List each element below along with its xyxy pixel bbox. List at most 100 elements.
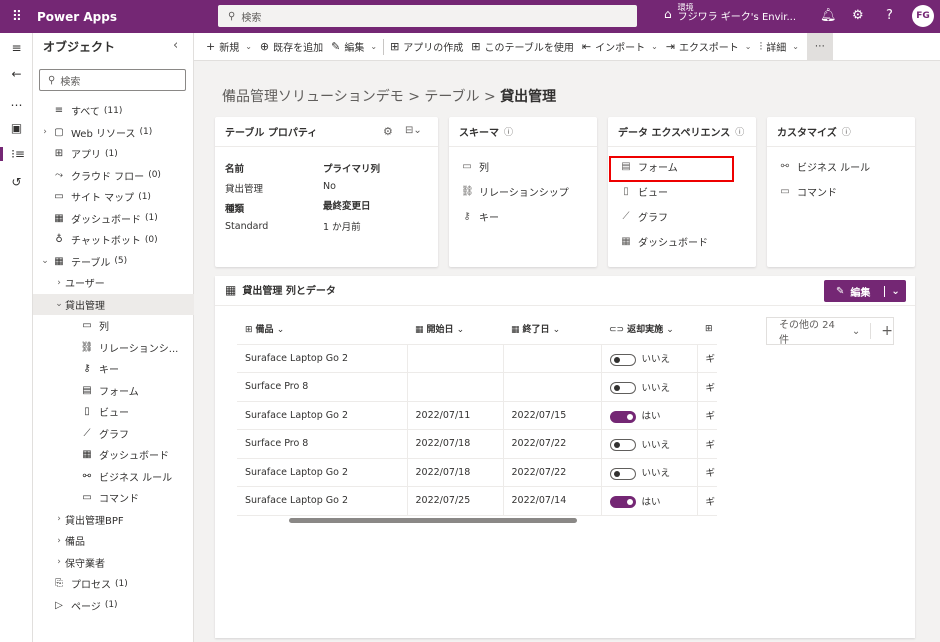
more-commands-icon[interactable]: ⋯ xyxy=(806,32,833,61)
card-link[interactable]: ▭ 列 xyxy=(449,154,597,179)
hamburger-icon[interactable]: ≡ xyxy=(0,41,33,55)
tree-item[interactable]: ⌄ ▦ テーブル (5) xyxy=(33,251,194,273)
card-link[interactable]: ▯ ビュー xyxy=(608,179,756,204)
breadcrumb-tables[interactable]: テーブル xyxy=(424,89,479,105)
info-icon[interactable]: ⓘ xyxy=(735,125,744,138)
tree-item[interactable]: › ▢ Web リソース (1) xyxy=(33,122,194,144)
tree-item[interactable]: ▦ ダッシュボード (1) xyxy=(33,208,194,230)
tree-item[interactable]: ▦ ダッシュボード xyxy=(33,444,194,466)
column-header[interactable]: ▦ 終了日 ⌄ xyxy=(503,314,601,345)
command-button[interactable]: ⊞ このテーブルを使用 xyxy=(467,39,578,54)
gear-icon[interactable]: ⚙ xyxy=(383,125,393,138)
edit-button[interactable]: ✎ 編集 ⌄ xyxy=(824,280,906,302)
card-link[interactable]: ▤ フォーム xyxy=(608,154,756,179)
info-icon[interactable]: ⓘ xyxy=(504,125,513,138)
breadcrumb-solution[interactable]: 備品管理ソリューションデモ xyxy=(222,89,404,105)
card-link[interactable]: ▦ ダッシュボード xyxy=(608,229,756,254)
column-header[interactable]: ⊞ xyxy=(697,314,717,345)
card-link[interactable]: ⛓ リレーションシップ xyxy=(449,179,597,204)
help-icon[interactable]: ? xyxy=(886,8,893,23)
table-row[interactable]: Suraface Laptop Go 2 2022/07/25 2022/07/14… xyxy=(237,486,717,516)
tree-item[interactable]: › 保守業者 xyxy=(33,552,194,574)
app-name[interactable]: Power Apps xyxy=(37,10,117,24)
table-row[interactable]: Surface Pro 8 2022/07/18 2022/07/22 いいえ ギ xyxy=(237,429,717,459)
command-button[interactable]: ✎ 編集 ⌄ xyxy=(327,39,381,54)
tree-item[interactable]: › ユーザー xyxy=(33,272,194,294)
command-button[interactable]: ⇤ インポート ⌄ xyxy=(578,39,662,54)
more-columns-button[interactable]: その他の 24 件 ⌄ + xyxy=(766,317,894,346)
command-button[interactable]: ⊕ 既存を追加 xyxy=(256,39,327,54)
command-button[interactable]: ⊞ アプリの作成 xyxy=(386,39,467,54)
cell-text: Suraface Laptop Go 2 xyxy=(245,352,349,364)
objects-icon[interactable]: ⁝≡ xyxy=(0,147,33,161)
tree-item-label: 貸出管理 xyxy=(65,300,105,312)
returned-toggle[interactable] xyxy=(609,382,636,394)
returned-toggle[interactable] xyxy=(609,467,636,480)
chevron-icon: ⌄ xyxy=(41,256,49,267)
column-header[interactable]: ⊞ 備品 ⌄ xyxy=(237,314,407,345)
table-row[interactable]: Suraface Laptop Go 2 2022/07/18 2022/07/22… xyxy=(237,458,717,487)
tree-item[interactable]: ⚷ キー xyxy=(33,358,194,380)
tree-item[interactable]: ⟋ グラフ xyxy=(33,423,194,445)
chevron-down-icon: ⌄ xyxy=(666,325,674,336)
back-arrow-icon[interactable]: ← xyxy=(0,67,33,81)
tree-item[interactable]: › 貸出管理BPF xyxy=(33,509,194,531)
returned-toggle[interactable] xyxy=(609,353,636,366)
gear-icon[interactable]: ⚙ xyxy=(852,8,864,23)
returned-toggle[interactable] xyxy=(609,410,636,423)
info-icon[interactable]: ⓘ xyxy=(842,125,851,138)
tree-item[interactable]: ⛓ リレーションシ... xyxy=(33,337,194,359)
tree-item-icon: ♁ xyxy=(55,234,63,246)
returned-toggle[interactable] xyxy=(609,439,636,451)
tree-item[interactable]: ▤ フォーム xyxy=(33,380,194,402)
tree-item[interactable]: ⤳ クラウド フロー (0) xyxy=(33,165,194,187)
returned-toggle[interactable] xyxy=(609,496,636,508)
tree-item[interactable]: ▭ サイト マップ (1) xyxy=(33,186,194,208)
command-label: アプリの作成 xyxy=(403,43,464,54)
tree-item[interactable]: ⌄ 貸出管理 xyxy=(33,293,194,315)
tree-item[interactable]: ♁ チャットボット (0) xyxy=(33,229,194,251)
tree-item-icon: ▤ xyxy=(82,384,92,396)
app-launcher-icon[interactable]: ⠿ xyxy=(0,0,33,33)
add-column-icon[interactable]: + xyxy=(870,323,893,339)
column-header[interactable]: ⊂⊃ 返却実施 ⌄ xyxy=(601,314,697,345)
tree-item[interactable]: ⚯ ビジネス ルール xyxy=(33,466,194,488)
object-search-input[interactable]: ⚲ 検索 xyxy=(39,69,186,91)
command-button[interactable]: + 新規 ⌄ xyxy=(202,39,256,54)
object-search-placeholder: 検索 xyxy=(60,76,81,88)
search-placeholder: 検索 xyxy=(241,12,262,24)
tree-item[interactable]: ▭ 列 xyxy=(33,315,194,337)
chevron-down-icon[interactable]: ⌄ xyxy=(884,285,900,297)
tree-item[interactable]: ⊞ アプリ (1) xyxy=(33,143,194,165)
command-button[interactable]: ⫶ 詳細 ⌄ xyxy=(755,39,802,55)
tree-item[interactable]: ▭ コマンド xyxy=(33,487,194,509)
column-header[interactable]: ▦ 開始日 ⌄ xyxy=(407,314,503,345)
horizontal-scrollbar[interactable] xyxy=(289,518,577,523)
table-row[interactable]: Suraface Laptop Go 2 2022/07/11 2022/07/15… xyxy=(237,401,717,430)
table-row[interactable]: Surface Pro 8 いいえ ギ xyxy=(237,372,717,402)
command-button[interactable]: ⇥ エクスポート ⌄ xyxy=(662,39,756,54)
card-link[interactable]: ⚷ キー xyxy=(449,204,597,229)
bell-icon[interactable]: 🔔︎ xyxy=(820,8,837,23)
tree-item[interactable]: ⎘ プロセス (1) xyxy=(33,573,194,595)
avatar[interactable]: FG xyxy=(912,5,934,27)
global-search-input[interactable]: ⚲ 検索 xyxy=(218,5,637,27)
tree-item[interactable]: ▯ ビュー xyxy=(33,401,194,423)
toolbox-icon[interactable]: ⊟⌄ xyxy=(405,125,422,136)
collapse-panel-icon[interactable]: ‹ xyxy=(173,38,178,53)
command-icon: ✎ xyxy=(331,40,341,53)
tree-item[interactable]: ≡ すべて (11) xyxy=(33,100,194,122)
tree-item[interactable]: › 備品 xyxy=(33,530,194,552)
environment-picker[interactable]: ⌂ 環境 フジワラ ギーク's Envir... xyxy=(664,3,796,24)
card-link[interactable]: ▭ コマンド xyxy=(767,179,915,204)
table-row[interactable]: Suraface Laptop Go 2 いいえ ギ xyxy=(237,344,717,373)
grid-header: ▦ 貸出管理 列とデータ xyxy=(225,282,336,298)
ellipsis-icon[interactable]: … xyxy=(0,95,33,109)
card-link[interactable]: ⚯ ビジネス ルール xyxy=(767,154,915,179)
card-link[interactable]: ⟋ グラフ xyxy=(608,204,756,229)
book-icon[interactable]: ▣ xyxy=(0,121,33,135)
tree-item[interactable]: ▷ ページ (1) xyxy=(33,595,194,617)
primary-column-label: プライマリ列 xyxy=(323,164,381,175)
cell-text: 2022/07/15 xyxy=(511,409,567,421)
history-icon[interactable]: ↺ xyxy=(0,175,33,189)
